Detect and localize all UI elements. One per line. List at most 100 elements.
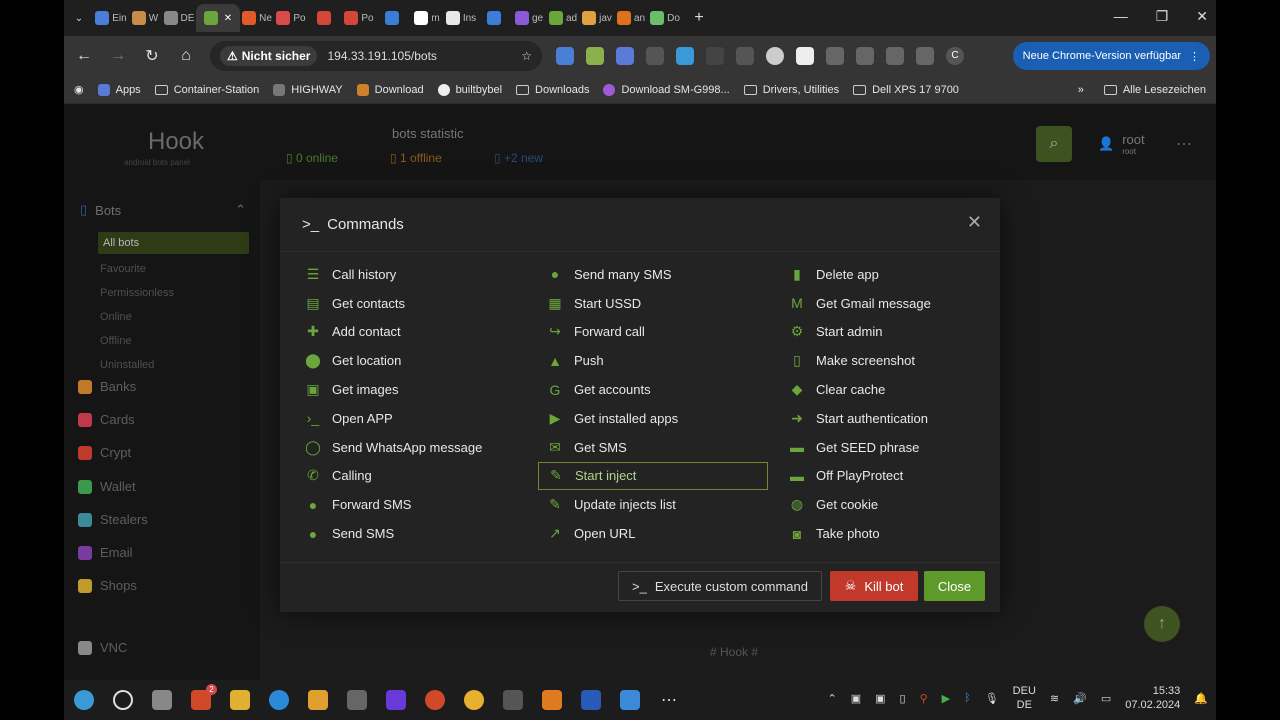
browser-tab[interactable]: DE (162, 4, 196, 32)
bluetooth-icon[interactable]: ᛒ (964, 692, 971, 704)
bookmark-dell[interactable]: Dell XPS 17 9700 (853, 84, 959, 96)
reload-icon[interactable]: ↻ (142, 46, 162, 66)
bookmark-highway[interactable]: HIGHWAY (273, 83, 343, 96)
bookmark-star-icon[interactable]: ☆ (521, 49, 532, 63)
browser-tab[interactable]: W (128, 4, 162, 32)
search-icon[interactable] (113, 690, 133, 710)
bookmark-container-station[interactable]: Container-Station (154, 84, 259, 96)
sidebar-item-shops[interactable]: Shops (78, 578, 137, 593)
sidebar-item-offline[interactable]: Offline (100, 335, 132, 347)
translate-extension-icon[interactable] (556, 47, 574, 65)
command-get-location[interactable]: ⬤ Get location (300, 346, 530, 375)
close-button[interactable]: Close (924, 571, 985, 601)
chevron-up-icon[interactable]: ⌃ (827, 692, 836, 705)
app-icon[interactable] (503, 690, 523, 710)
more-apps-icon[interactable]: ⋯ (659, 690, 679, 710)
command-get-accounts[interactable]: G Get accounts (542, 375, 772, 404)
browser-tab[interactable]: Do (648, 4, 682, 32)
sidebar-item-banks[interactable]: Banks (78, 379, 136, 394)
extension-icon[interactable] (706, 47, 724, 65)
sidebar-item-cards[interactable]: Cards (78, 412, 135, 427)
sidebar-item-stealers[interactable]: Stealers (78, 512, 148, 527)
browser-tab[interactable]: m (410, 4, 444, 32)
command-forward-call[interactable]: ↪ Forward call (542, 318, 772, 347)
command-clear-cache[interactable]: ◆ Clear cache (784, 375, 1014, 404)
kill-bot-button[interactable]: ☠ Kill bot (830, 571, 918, 601)
sidebar-item-permissionless[interactable]: Permissionless (100, 287, 174, 299)
store-icon[interactable]: 2 (191, 684, 217, 710)
browser-tab[interactable]: Po (274, 4, 308, 32)
sidebar-bots-header[interactable]: ▯ Bots ⌃ (80, 202, 246, 218)
command-start-ussd[interactable]: ▦ Start USSD (542, 289, 772, 318)
bookmark-download-sm[interactable]: Download SM-G998... (603, 83, 730, 96)
edge-icon[interactable] (269, 690, 289, 710)
modal-close-icon[interactable]: ✕ (967, 212, 982, 233)
command-get-images[interactable]: ▣ Get images (300, 375, 530, 404)
microphone-icon[interactable]: 🎙 (985, 692, 999, 705)
command-make-screenshot[interactable]: ▯ Make screenshot (784, 346, 1014, 375)
back-icon[interactable]: ← (74, 47, 94, 65)
browser-tab[interactable]: an (614, 4, 648, 32)
browser-tab[interactable] (478, 4, 512, 32)
powershell-icon[interactable] (581, 690, 601, 710)
browser-tab[interactable]: ge (512, 4, 546, 32)
command-get-contacts[interactable]: ▤ Get contacts (300, 289, 530, 318)
app-icon[interactable] (542, 690, 562, 710)
browser-tab[interactable]: Ein (94, 4, 128, 32)
battery-icon[interactable]: ▭ (1101, 692, 1111, 705)
close-window-icon[interactable]: ✕ (1196, 8, 1208, 25)
clock[interactable]: 15:33 07.02.2024 (1125, 684, 1180, 712)
minimize-icon[interactable]: — (1114, 8, 1128, 25)
chrome-update-button[interactable]: Neue Chrome-Version verfügbar ⋮ (1012, 42, 1210, 70)
browser-tab[interactable]: Po (342, 4, 376, 32)
wifi-icon[interactable]: ≋ (1050, 692, 1059, 705)
forward-icon[interactable]: → (108, 47, 128, 65)
volume-icon[interactable]: 🔊 (1073, 692, 1087, 705)
command-calling[interactable]: ✆ Calling (300, 462, 530, 491)
user-menu[interactable]: 👤 root root (1098, 132, 1145, 156)
browser-tab[interactable]: ad (546, 4, 580, 32)
command-get-installed-apps[interactable]: ▶ Get installed apps (542, 404, 772, 433)
new-tab-icon[interactable]: + (682, 4, 716, 32)
tray-app-icon[interactable]: ▯ (900, 692, 906, 705)
chrome-icon[interactable] (464, 690, 484, 710)
puzzle-icon[interactable] (826, 47, 844, 65)
file-explorer-icon[interactable] (230, 690, 250, 710)
sidebar-item-vnc[interactable]: VNC (78, 640, 127, 655)
home-icon[interactable]: ⌂ (176, 47, 196, 65)
notifications-icon[interactable]: 🔔 (1194, 692, 1208, 705)
command-delete-app[interactable]: ▮ Delete app (784, 260, 1014, 289)
link-extension-icon[interactable] (616, 47, 634, 65)
chrome-apps-icon[interactable]: ◉ (74, 83, 84, 96)
sidebar-item-favourite[interactable]: Favourite (100, 263, 146, 275)
more-options-icon[interactable]: ⋯ (1176, 134, 1192, 154)
command-send-sms[interactable]: ● Send SMS (300, 519, 530, 548)
bookmark-drivers[interactable]: Drivers, Utilities (743, 84, 839, 96)
tray-app-icon[interactable]: ⚲ (920, 692, 928, 705)
command-get-seed-phrase[interactable]: ▬ Get SEED phrase (784, 433, 1014, 462)
command-forward-sms[interactable]: ● Forward SMS (300, 490, 530, 519)
language-indicator[interactable]: DEU DE (1013, 684, 1036, 712)
power-extension-icon[interactable] (646, 47, 664, 65)
sidebar-item-all-bots[interactable]: All bots (98, 232, 249, 254)
lab-icon[interactable] (856, 47, 874, 65)
command-start-inject[interactable]: ✎ Start inject (538, 461, 768, 491)
command-get-gmail-message[interactable]: M Get Gmail message (784, 289, 1014, 318)
tray-app-icon[interactable]: ▣ (875, 692, 885, 705)
tray-app-icon[interactable]: ▣ (851, 692, 861, 705)
bookmark-apps[interactable]: Apps (97, 83, 141, 96)
sidebar-item-email[interactable]: Email (78, 545, 133, 560)
browser-tab[interactable]: Ne (240, 4, 274, 32)
command-send-many-sms[interactable]: ● Send many SMS (542, 260, 772, 289)
browser-tab[interactable]: ✕ (196, 4, 240, 32)
profile-avatar[interactable]: C (946, 47, 964, 65)
app-icon[interactable] (347, 690, 367, 710)
app-icon[interactable] (386, 690, 406, 710)
sidebar-item-online[interactable]: Online (100, 311, 132, 323)
tab-list-button[interactable]: ⌄ (64, 4, 94, 32)
bookmark-builtbybel[interactable]: builtbybel (437, 83, 502, 96)
restore-icon[interactable]: ❐ (1156, 8, 1169, 25)
diamond-extension-icon[interactable] (676, 47, 694, 65)
bookmark-downloads[interactable]: Downloads (516, 84, 589, 96)
tray-app-icon[interactable]: ▶ (942, 692, 950, 705)
